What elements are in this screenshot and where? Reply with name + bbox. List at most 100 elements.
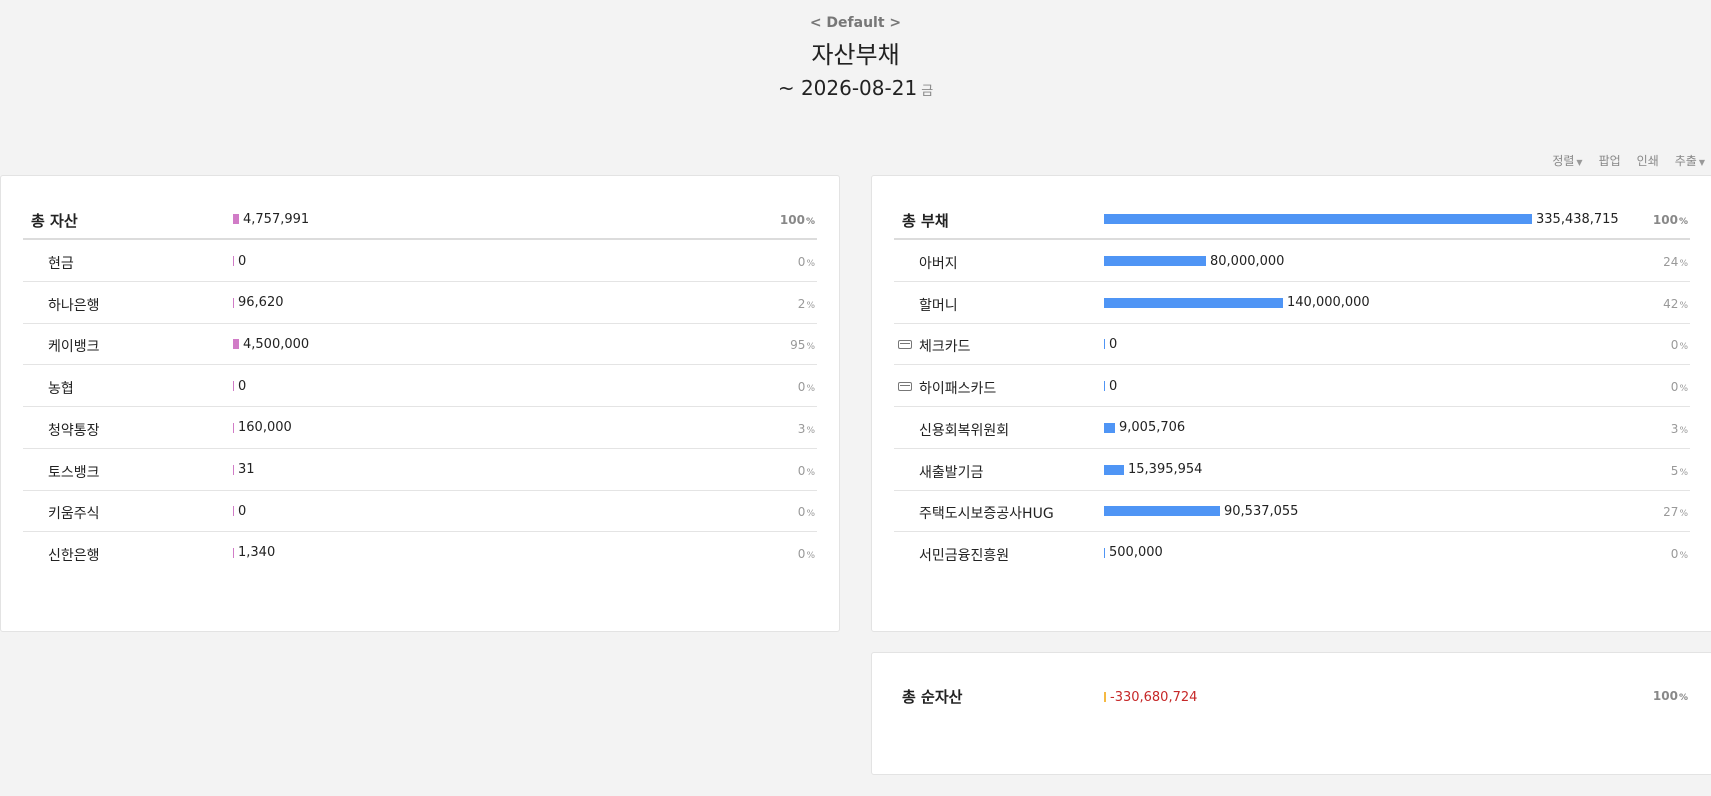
asset-percent-value: 2 xyxy=(797,296,806,311)
asset-name: 총 자산 xyxy=(31,212,78,230)
liability-name: 주택도시보증공사HUG xyxy=(919,506,1054,523)
asset-row[interactable]: 현금 0 0% xyxy=(23,241,817,282)
asset-row[interactable]: 하나은행 96,620 2% xyxy=(23,283,817,324)
liability-bar-cell: 90,537,055 xyxy=(1104,504,1298,519)
asset-percent-value: 0 xyxy=(797,255,806,269)
export-button[interactable]: 추출 ▼ xyxy=(1675,152,1705,169)
liability-name: 할머니 xyxy=(919,297,958,314)
percent-sign: % xyxy=(1679,342,1688,353)
asset-amount: 0 xyxy=(238,503,247,519)
asset-bar-cell: 160,000 xyxy=(233,420,292,436)
sort-caret-icon: ▼ xyxy=(1576,158,1583,167)
liability-bar-cell: 140,000,000 xyxy=(1104,295,1370,311)
liabilities-panel: 총 부채 335,438,715 100% 아버지 80,000,000 24% 할머니 14… xyxy=(871,175,1711,632)
liability-percent: 5% xyxy=(1671,464,1688,478)
liability-name: 총 부채 xyxy=(902,212,949,230)
liability-total-row[interactable]: 총 부채 335,438,715 100% xyxy=(894,199,1690,240)
liability-percent: 100% xyxy=(1653,213,1688,227)
asset-bar xyxy=(233,256,234,266)
net-assets-panel: 총 순자산 -330,680,724 100% xyxy=(871,652,1711,775)
liability-percent-value: 3 xyxy=(1670,421,1679,436)
liability-name: 아버지 xyxy=(919,256,958,272)
asset-row[interactable]: 신한은행 1,340 0% xyxy=(23,533,817,574)
liability-row[interactable]: 할머니 140,000,000 42% xyxy=(894,283,1690,324)
asset-amount: 160,000 xyxy=(238,420,292,436)
asset-row[interactable]: 키움주식 0 0% xyxy=(23,491,817,533)
net-assets-amount: -330,680,724 xyxy=(1110,689,1198,705)
liability-row[interactable]: 서민금융진흥원 500,000 0% xyxy=(894,533,1690,574)
liability-bar xyxy=(1104,422,1115,433)
liability-bar-cell: 335,438,715 xyxy=(1104,211,1619,227)
liability-amount: 9,005,706 xyxy=(1119,420,1186,436)
liability-row[interactable]: 아버지 80,000,000 24% xyxy=(894,241,1690,282)
asset-percent-value: 3 xyxy=(797,421,806,436)
liability-bar xyxy=(1104,506,1220,517)
asset-row[interactable]: 농협 0 0% xyxy=(23,366,817,408)
liability-name: 서민금융진흥원 xyxy=(919,547,1010,564)
liability-name: 신용회복위원회 xyxy=(919,422,1010,439)
liability-percent-value: 0 xyxy=(1670,546,1679,561)
percent-sign: % xyxy=(806,342,815,353)
asset-bar-cell: 4,757,991 xyxy=(233,211,310,227)
asset-bar-cell: 31 xyxy=(233,462,255,477)
liability-amount: 15,395,954 xyxy=(1128,462,1203,477)
date-range[interactable]: ~ 2026-08-21 금 xyxy=(0,76,1711,100)
liability-row[interactable]: 체크카드 0 0% xyxy=(894,324,1690,366)
asset-percent: 0% xyxy=(798,464,815,478)
credit-card-icon xyxy=(898,382,912,392)
asset-percent-value: 0 xyxy=(797,505,806,520)
liability-amount: 140,000,000 xyxy=(1287,295,1370,311)
liability-percent: 0% xyxy=(1671,547,1688,561)
asset-amount: 4,757,991 xyxy=(243,211,310,227)
liability-row[interactable]: 주택도시보증공사HUG 90,537,055 27% xyxy=(894,491,1690,533)
liability-bar-cell: 0 xyxy=(1104,337,1117,352)
sort-button[interactable]: 정렬 ▼ xyxy=(1552,152,1582,169)
asset-bar xyxy=(233,506,234,517)
asset-name: 하나은행 xyxy=(48,297,100,314)
percent-sign: % xyxy=(1679,259,1688,269)
liability-amount: 335,438,715 xyxy=(1536,211,1619,227)
liability-bar xyxy=(1104,547,1105,558)
book-name[interactable]: < Default > xyxy=(0,15,1711,31)
asset-row[interactable]: 청약통장 160,000 3% xyxy=(23,408,817,449)
percent-sign: % xyxy=(806,300,815,311)
sort-label: 정렬 xyxy=(1552,154,1575,168)
liability-row[interactable]: 하이패스카드 0 0% xyxy=(894,366,1690,408)
liability-percent-value: 24 xyxy=(1663,255,1679,269)
net-assets-percent-value: 100 xyxy=(1652,689,1678,703)
liability-percent-value: 27 xyxy=(1663,505,1679,520)
asset-total-row[interactable]: 총 자산 4,757,991 100% xyxy=(23,199,817,240)
asset-bar xyxy=(233,422,234,433)
liability-bar xyxy=(1104,214,1532,224)
popup-button[interactable]: 팝업 xyxy=(1599,152,1621,169)
asset-percent: 0% xyxy=(798,380,815,394)
liability-bar-cell: 15,395,954 xyxy=(1104,462,1203,477)
asset-percent-value: 0 xyxy=(797,380,806,395)
liability-row[interactable]: 신용회복위원회 9,005,706 3% xyxy=(894,408,1690,449)
liability-percent: 0% xyxy=(1671,338,1688,352)
print-button[interactable]: 인쇄 xyxy=(1637,152,1659,169)
date-value: ~ 2026-08-21 xyxy=(777,76,918,100)
asset-amount: 1,340 xyxy=(238,545,276,561)
percent-sign: % xyxy=(1679,467,1688,478)
asset-bar xyxy=(233,381,234,392)
liability-bar xyxy=(1104,256,1206,266)
asset-row[interactable]: 토스뱅크 31 0% xyxy=(23,450,817,491)
liability-row[interactable]: 새출발기금 15,395,954 5% xyxy=(894,450,1690,491)
liability-bar xyxy=(1104,297,1283,308)
day-of-week: 금 xyxy=(921,84,934,99)
percent-sign: % xyxy=(806,550,815,561)
liability-bar-cell: 9,005,706 xyxy=(1104,420,1186,436)
asset-name: 케이뱅크 xyxy=(48,339,100,356)
asset-bar-cell: 0 xyxy=(233,379,246,394)
asset-name: 토스뱅크 xyxy=(48,464,100,481)
asset-row[interactable]: 케이뱅크 4,500,000 95% xyxy=(23,324,817,366)
net-assets-row[interactable]: 총 순자산 -330,680,724 100% xyxy=(894,675,1690,716)
liability-percent-value: 42 xyxy=(1663,296,1679,311)
asset-bar-cell: 0 xyxy=(233,254,246,269)
net-assets-bar-cell: -330,680,724 xyxy=(1104,689,1198,705)
asset-bar-cell: 0 xyxy=(233,503,247,519)
asset-name: 신한은행 xyxy=(48,547,100,564)
liability-amount: 0 xyxy=(1109,378,1118,394)
liability-bar xyxy=(1104,339,1105,350)
